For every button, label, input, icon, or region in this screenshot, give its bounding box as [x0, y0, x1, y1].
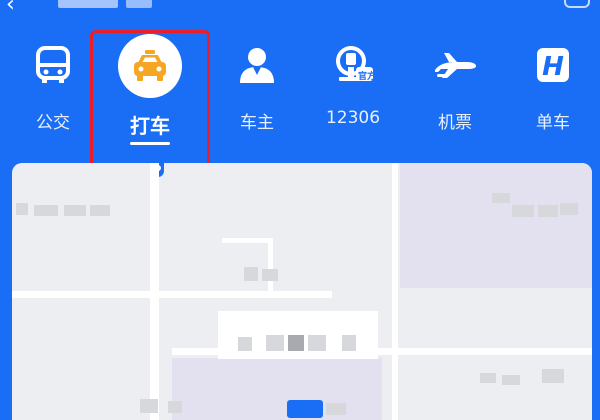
map-label-blur [244, 267, 258, 281]
map-label-blur [238, 337, 252, 351]
tab-label: 车主 [240, 113, 274, 133]
map-label-blur [168, 401, 182, 413]
map-area [172, 358, 382, 420]
highlight-box [90, 30, 210, 170]
tab-flight[interactable]: 机票 [410, 28, 500, 148]
map-label-blur [512, 205, 534, 217]
current-location-marker [287, 400, 323, 418]
map-label-blur [16, 203, 28, 215]
tab-label: 机票 [438, 113, 472, 133]
map-label-blur [538, 205, 558, 217]
map-label-blur [492, 193, 510, 203]
map-label-blur [90, 205, 110, 216]
map-road [222, 238, 272, 243]
map-label-blur [502, 375, 520, 385]
top-right-icon[interactable] [564, 0, 590, 8]
tab-bus[interactable]: 公交 [8, 28, 98, 148]
tab-railway-12306[interactable]: 官方 12306 [308, 28, 398, 148]
map-label-blur [34, 205, 58, 216]
airplane-icon [426, 36, 484, 94]
tab-label: 12306 [325, 108, 381, 128]
map-label-blur [542, 369, 564, 383]
title-redacted-2 [126, 0, 152, 8]
map-label-blur [140, 399, 158, 413]
railway-icon: 官方 [324, 36, 382, 94]
map-label-blur [560, 203, 578, 215]
map-road [392, 163, 398, 420]
map-label-blur [326, 403, 346, 415]
map-label-blur [288, 335, 304, 351]
title-redacted [58, 0, 118, 8]
driver-icon [228, 36, 286, 94]
svg-text:H: H [542, 52, 564, 82]
map-label-blur [480, 373, 496, 383]
tab-bike[interactable]: H 单车 [508, 28, 598, 148]
map-label-blur [342, 335, 356, 351]
map-label-blur [64, 205, 86, 216]
map-label-blur [266, 335, 284, 351]
map-road [268, 238, 273, 293]
map-view[interactable] [12, 163, 592, 420]
back-chevron-icon[interactable]: ‹ [6, 0, 15, 16]
tab-driver[interactable]: 车主 [212, 28, 302, 148]
official-label: 官方 [358, 72, 377, 82]
map-label-blur [262, 269, 278, 281]
bus-icon [24, 36, 82, 94]
map-label-blur [308, 335, 326, 351]
bike-icon: H [524, 36, 582, 94]
tab-label: 单车 [536, 113, 570, 133]
tab-label: 公交 [36, 113, 70, 133]
map-road [12, 291, 332, 298]
top-bar: ‹ [0, 0, 600, 22]
map-area [400, 163, 592, 288]
